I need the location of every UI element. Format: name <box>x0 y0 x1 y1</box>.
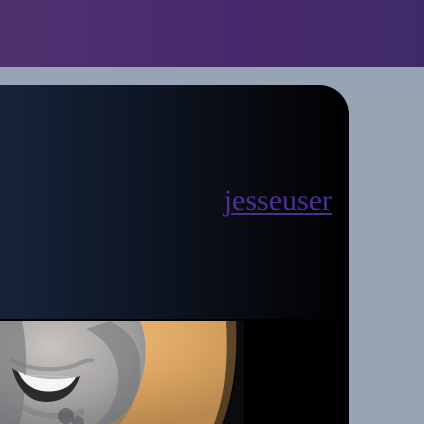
profile-banner: jesseuser <box>0 85 349 319</box>
profile-photo <box>0 321 244 424</box>
profile-photo-image <box>0 321 244 424</box>
username-link[interactable]: jesseuser <box>224 184 332 218</box>
profile-card: jesseuser <box>0 85 349 424</box>
top-bar <box>0 0 424 67</box>
